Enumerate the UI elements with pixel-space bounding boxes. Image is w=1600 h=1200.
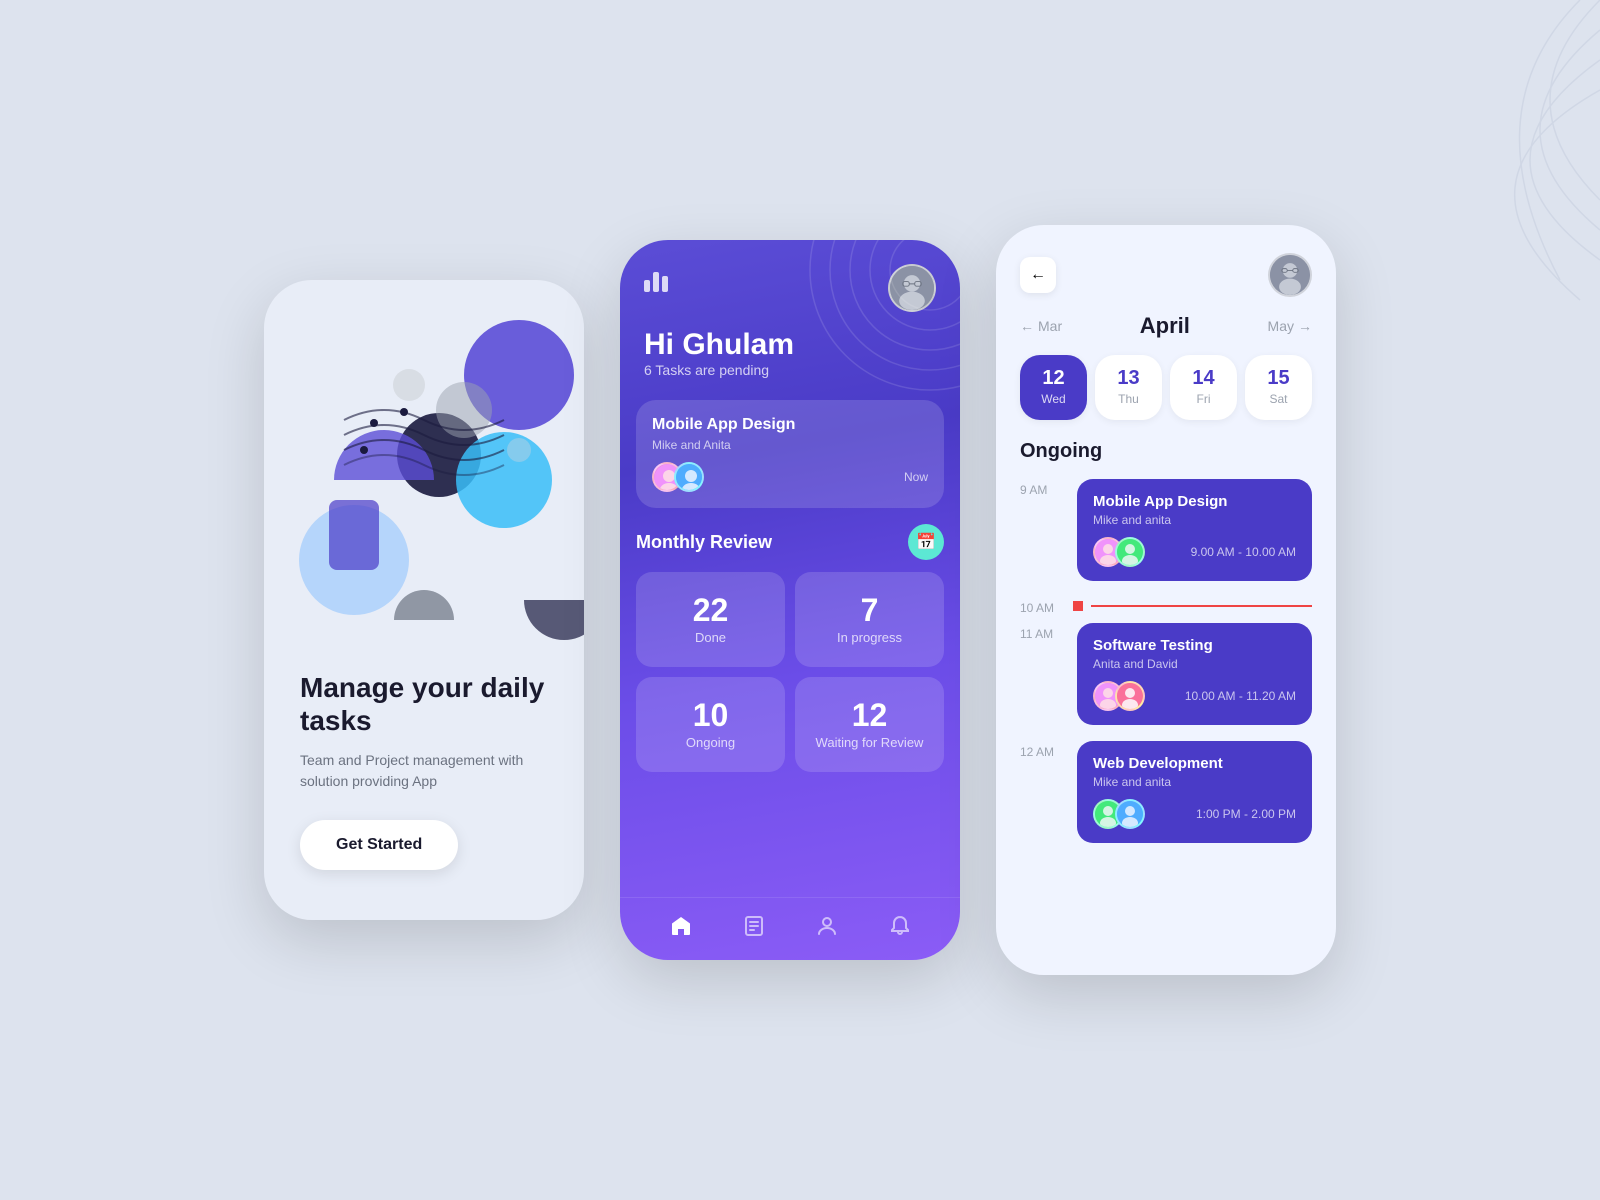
phones-container: Manage your daily tasks Team and Project… <box>264 225 1336 975</box>
current-time-dot <box>1073 601 1083 611</box>
prev-month-label: Mar <box>1038 318 1062 334</box>
event-web-dev-avatars <box>1093 799 1137 829</box>
onboarding-subtitle: Team and Project management with solutio… <box>300 750 548 792</box>
event-mobile-app[interactable]: Mobile App Design Mike and anita <box>1077 479 1312 581</box>
event-wd-avatar-2 <box>1115 799 1145 829</box>
bottom-nav <box>620 897 960 960</box>
event-mobile-app-time: 9.00 AM - 10.00 AM <box>1191 545 1296 559</box>
time-10am-label: 10 AM <box>1020 597 1065 615</box>
stat-done: 22 Done <box>636 572 785 667</box>
day-15-num: 15 <box>1251 367 1306 390</box>
nav-home[interactable] <box>669 914 693 944</box>
stat-waiting-number: 12 <box>815 697 924 734</box>
days-row: 12 Wed 13 Thu 14 Fri 15 Sat <box>996 355 1336 440</box>
ongoing-section: Ongoing 9 AM Mobile App Design Mike and … <box>996 440 1336 975</box>
event-web-dev-time: 1:00 PM - 2.00 PM <box>1196 807 1296 821</box>
event-web-dev-people: Mike and anita <box>1093 775 1296 789</box>
stat-ongoing: 10 Ongoing <box>636 677 785 772</box>
event-web-dev-title: Web Development <box>1093 755 1296 772</box>
day-14-name: Fri <box>1197 392 1211 406</box>
timeline: 9 AM Mobile App Design Mike and anita <box>1020 479 1312 851</box>
dashboard-body: Mobile App Design Mike and Anita <box>620 400 960 897</box>
back-button[interactable]: ← <box>1020 257 1056 293</box>
prev-month-button[interactable]: ← Mar <box>1020 318 1062 334</box>
month-nav: ← Mar April May → <box>996 313 1336 355</box>
event-mobile-app-people: Mike and anita <box>1093 513 1296 527</box>
nav-tasks[interactable] <box>742 914 766 944</box>
phone-calendar: ← ← Mar April May → <box>996 225 1336 975</box>
stat-done-label: Done <box>695 630 726 645</box>
time-divider-10am: 10 AM <box>1020 597 1312 615</box>
event-web-dev-footer: 1:00 PM - 2.00 PM <box>1093 799 1296 829</box>
nav-profile[interactable] <box>815 914 839 944</box>
event-avatar-2 <box>1115 537 1145 567</box>
stat-inprogress-number: 7 <box>815 592 924 629</box>
chart-icon <box>644 264 668 292</box>
event-software-testing-title: Software Testing <box>1093 637 1296 654</box>
ongoing-title: Ongoing <box>1020 440 1312 463</box>
stat-ongoing-label: Ongoing <box>686 735 735 750</box>
phone-dashboard: Hi Ghulam 6 Tasks are pending Mobile App… <box>620 240 960 960</box>
stat-inprogress-label: In progress <box>837 630 902 645</box>
day-12-num: 12 <box>1026 367 1081 390</box>
current-time-line <box>1091 605 1312 607</box>
event-mobile-app-avatars <box>1093 537 1137 567</box>
event-software-testing-footer: 10.00 AM - 11.20 AM <box>1093 681 1296 711</box>
calendar-user-avatar[interactable] <box>1268 253 1312 297</box>
monthly-review-title: Monthly Review <box>636 532 772 553</box>
event-software-testing-avatars <box>1093 681 1137 711</box>
event-software-testing-people: Anita and David <box>1093 657 1296 671</box>
stat-inprogress: 7 In progress <box>795 572 944 667</box>
monthly-review-header: Monthly Review 📅 <box>636 524 944 560</box>
day-15-name: Sat <box>1269 392 1287 406</box>
next-arrow-icon: → <box>1298 318 1312 334</box>
onboarding-illustration <box>264 280 584 660</box>
nav-notifications[interactable] <box>888 914 912 944</box>
event-software-testing-time: 10.00 AM - 11.20 AM <box>1185 689 1296 703</box>
day-12-name: Wed <box>1041 392 1065 406</box>
day-14-num: 14 <box>1176 367 1231 390</box>
event-st-avatar-2 <box>1115 681 1145 711</box>
calendar-icon-button[interactable]: 📅 <box>908 524 944 560</box>
time-11am: 11 AM <box>1020 623 1065 641</box>
day-13-name: Thu <box>1118 392 1139 406</box>
stats-grid: 22 Done 7 In progress 10 Ongoing 12 Wait… <box>636 572 944 772</box>
next-month-label: May <box>1268 318 1294 334</box>
onboarding-title: Manage your daily tasks <box>300 671 548 738</box>
task-footer: Now <box>652 462 928 492</box>
time-9am: 9 AM <box>1020 479 1065 497</box>
calendar-header: ← <box>996 225 1336 313</box>
day-14[interactable]: 14 Fri <box>1170 355 1237 420</box>
get-started-button[interactable]: Get Started <box>300 820 458 870</box>
avatar-2 <box>674 462 704 492</box>
calendar-icon: 📅 <box>916 532 936 552</box>
event-row-12am: 12 AM Web Development Mike and anita <box>1020 741 1312 851</box>
event-web-dev[interactable]: Web Development Mike and anita <box>1077 741 1312 843</box>
task-avatars <box>652 462 696 492</box>
day-15[interactable]: 15 Sat <box>1245 355 1312 420</box>
phone-onboarding: Manage your daily tasks Team and Project… <box>264 280 584 920</box>
next-month-button[interactable]: May → <box>1268 318 1312 334</box>
event-row-11am: 11 AM Software Testing Anita and David <box>1020 623 1312 733</box>
event-software-testing[interactable]: Software Testing Anita and David <box>1077 623 1312 725</box>
current-month: April <box>1140 313 1190 339</box>
task-time: Now <box>904 470 928 484</box>
event-mobile-app-footer: 9.00 AM - 10.00 AM <box>1093 537 1296 567</box>
prev-arrow-icon: ← <box>1020 318 1034 334</box>
stat-done-number: 22 <box>656 592 765 629</box>
day-12[interactable]: 12 Wed <box>1020 355 1087 420</box>
stat-ongoing-number: 10 <box>656 697 765 734</box>
stat-waiting-label: Waiting for Review <box>816 735 924 750</box>
day-13[interactable]: 13 Thu <box>1095 355 1162 420</box>
event-mobile-app-title: Mobile App Design <box>1093 493 1296 510</box>
day-13-num: 13 <box>1101 367 1156 390</box>
stat-waiting: 12 Waiting for Review <box>795 677 944 772</box>
event-row-9am: 9 AM Mobile App Design Mike and anita <box>1020 479 1312 589</box>
onboarding-content: Manage your daily tasks Team and Project… <box>264 671 584 870</box>
time-12am: 12 AM <box>1020 741 1065 759</box>
